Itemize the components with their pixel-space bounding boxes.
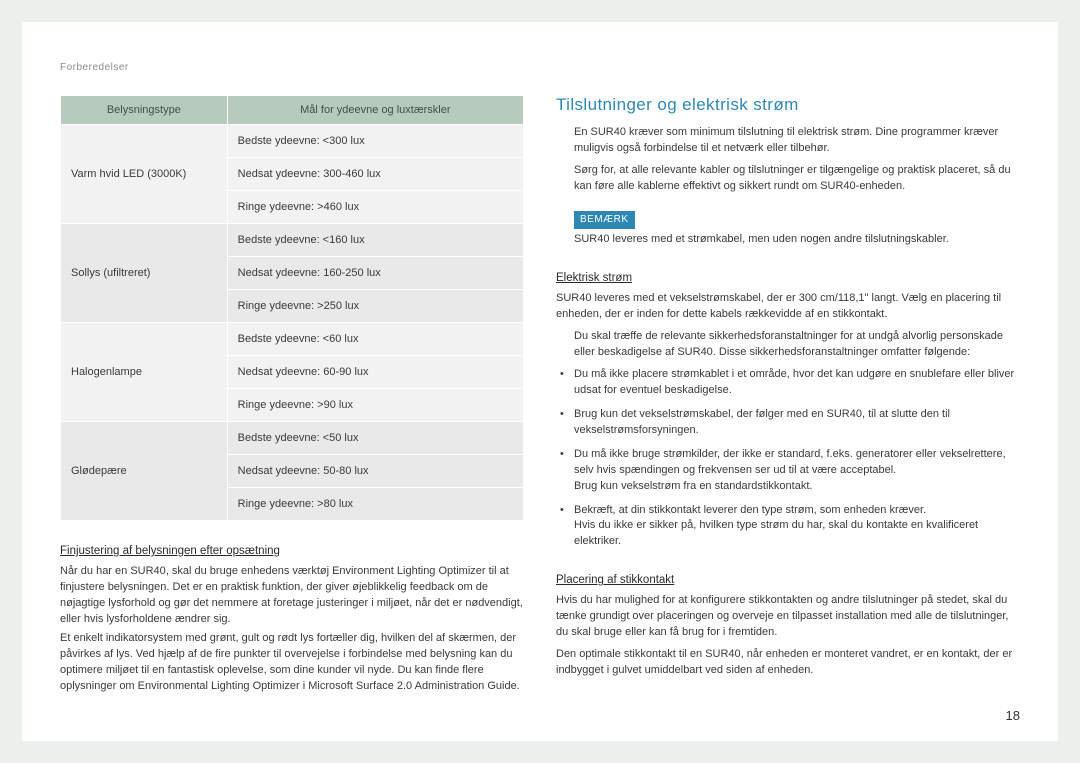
breadcrumb: Forberedelser	[60, 62, 1020, 73]
threshold-cell: Nedsat ydeevne: 50-80 lux	[227, 455, 523, 488]
paragraph: SUR40 leveres med et vekselstrømskabel, …	[556, 291, 1020, 323]
body-text: Hvis du har mulighed for at konfigurere …	[556, 593, 1020, 679]
lux-table: Belysningstype Mål for ydeevne og luxtær…	[60, 95, 524, 521]
note-text: SUR40 leveres med et strømkabel, men ude…	[574, 232, 1020, 248]
table-row: Sollys (ufiltreret)Bedste ydeevne: <160 …	[61, 224, 524, 257]
body-text: Når du har en SUR40, skal du bruge enhed…	[60, 564, 524, 695]
threshold-cell: Bedste ydeevne: <60 lux	[227, 323, 523, 356]
threshold-cell: Ringe ydeevne: >80 lux	[227, 488, 523, 521]
section-title: Tilslutninger og elektrisk strøm	[556, 95, 1020, 115]
list-item: Du må ikke placere strømkablet i et områ…	[574, 367, 1020, 399]
subsection-heading: Placering af stikkontakt	[556, 574, 1020, 586]
paragraph: Den optimale stikkontakt til en SUR40, n…	[556, 647, 1020, 679]
table-row: Varm hvid LED (3000K)Bedste ydeevne: <30…	[61, 125, 524, 158]
list-item: Bekræft, at din stikkontakt leverer den …	[574, 503, 1020, 551]
paragraph: Et enkelt indikatorsystem med grønt, gul…	[60, 631, 524, 695]
content-columns: Belysningstype Mål for ydeevne og luxtær…	[60, 95, 1020, 698]
table-header-type: Belysningstype	[61, 96, 228, 125]
list-item-text: Du må ikke bruge strømkilder, der ikke e…	[574, 448, 1006, 476]
paragraph: En SUR40 kræver som minimum tilslutning …	[574, 125, 1020, 157]
threshold-cell: Ringe ydeevne: >250 lux	[227, 290, 523, 323]
table-header-target: Mål for ydeevne og luxtærskler	[227, 96, 523, 125]
list-item: Du må ikke bruge strømkilder, der ikke e…	[574, 447, 1020, 495]
section-intro: En SUR40 kræver som minimum tilslutning …	[556, 125, 1020, 248]
left-column: Belysningstype Mål for ydeevne og luxtær…	[60, 95, 524, 698]
lighting-type-cell: Sollys (ufiltreret)	[61, 224, 228, 323]
paragraph: Når du har en SUR40, skal du bruge enhed…	[60, 564, 524, 628]
threshold-cell: Ringe ydeevne: >90 lux	[227, 389, 523, 422]
list-item-text: Brug kun vekselstrøm fra en standardstik…	[574, 480, 812, 492]
threshold-cell: Bedste ydeevne: <300 lux	[227, 125, 523, 158]
list-item-text: Bekræft, at din stikkontakt leverer den …	[574, 504, 926, 516]
body-text: SUR40 leveres med et vekselstrømskabel, …	[556, 291, 1020, 550]
threshold-cell: Nedsat ydeevne: 160-250 lux	[227, 257, 523, 290]
threshold-cell: Nedsat ydeevne: 300-460 lux	[227, 158, 523, 191]
threshold-cell: Bedste ydeevne: <50 lux	[227, 422, 523, 455]
table-row: GlødepæreBedste ydeevne: <50 lux	[61, 422, 524, 455]
lighting-type-cell: Glødepære	[61, 422, 228, 521]
list-item: Brug kun det vekselstrømskabel, der følg…	[574, 407, 1020, 439]
threshold-cell: Ringe ydeevne: >460 lux	[227, 191, 523, 224]
lighting-type-cell: Halogenlampe	[61, 323, 228, 422]
threshold-cell: Bedste ydeevne: <160 lux	[227, 224, 523, 257]
threshold-cell: Nedsat ydeevne: 60-90 lux	[227, 356, 523, 389]
paragraph: Sørg for, at alle relevante kabler og ti…	[574, 163, 1020, 195]
subsection-heading: Elektrisk strøm	[556, 272, 1020, 284]
paragraph: Hvis du har mulighed for at konfigurere …	[556, 593, 1020, 641]
subsection-heading: Finjustering af belysningen efter opsætn…	[60, 545, 524, 557]
list-item-text: Hvis du ikke er sikker på, hvilken type …	[574, 519, 978, 547]
right-column: Tilslutninger og elektrisk strøm En SUR4…	[556, 95, 1020, 698]
bullet-list: Du må ikke placere strømkablet i et områ…	[556, 367, 1020, 550]
document-page: Forberedelser Belysningstype Mål for yde…	[22, 22, 1058, 741]
note-badge: BEMÆRK	[574, 211, 635, 230]
lighting-type-cell: Varm hvid LED (3000K)	[61, 125, 228, 224]
paragraph: Du skal træffe de relevante sikkerhedsfo…	[556, 329, 1020, 361]
page-number: 18	[1006, 708, 1020, 723]
table-row: HalogenlampeBedste ydeevne: <60 lux	[61, 323, 524, 356]
